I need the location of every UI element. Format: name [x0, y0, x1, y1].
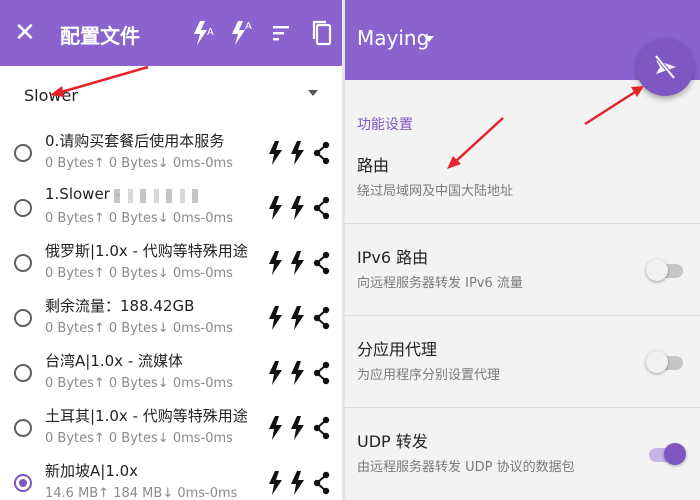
setting-divider	[345, 223, 700, 224]
server-radio[interactable]	[14, 364, 32, 382]
test-real-delay-icon[interactable]	[288, 195, 308, 221]
server-radio[interactable]	[14, 199, 32, 217]
server-name: 台湾A|1.0x - 流媒体	[45, 352, 183, 370]
server-actions	[266, 250, 336, 276]
test-real-delay-icon[interactable]	[288, 305, 308, 331]
server-stats: 0 Bytes↑ 0 Bytes↓ 0ms-0ms	[45, 266, 233, 281]
server-name: 新加坡A|1.0x	[45, 462, 139, 480]
server-row[interactable]: 1.Slower - 0 Bytes↑ 0 Bytes↓ 0ms-0ms	[0, 183, 342, 238]
setting-item[interactable]: IPv6 路由 向远程服务器转发 IPv6 流量	[345, 230, 700, 316]
server-radio[interactable]	[14, 254, 32, 272]
test-real-delay-icon[interactable]	[288, 470, 308, 496]
share-icon[interactable]	[312, 415, 332, 441]
test-delay-icon[interactable]	[266, 360, 286, 386]
test-delay-icon[interactable]	[266, 470, 286, 496]
server-name: 0.请购买套餐后使用本服务	[45, 132, 225, 150]
svg-text:A: A	[245, 21, 252, 32]
server-row[interactable]: 土耳其|1.0x - 代购等特殊用途 0 Bytes↑ 0 Bytes↓ 0ms…	[0, 403, 342, 458]
test-real-delay-icon[interactable]	[288, 250, 308, 276]
test-delay-icon[interactable]	[266, 140, 286, 166]
test-connection-icon[interactable]: A	[188, 16, 220, 50]
share-icon[interactable]	[312, 195, 332, 221]
share-icon[interactable]	[312, 305, 332, 331]
server-stats: 0 Bytes↑ 0 Bytes↓ 0ms-0ms	[45, 211, 233, 226]
toggle-thumb	[646, 259, 668, 281]
chevron-down-icon[interactable]	[424, 36, 434, 42]
server-radio[interactable]	[14, 144, 32, 162]
server-radio[interactable]	[14, 474, 32, 492]
server-row[interactable]: 俄罗斯|1.0x - 代购等特殊用途 0 Bytes↑ 0 Bytes↓ 0ms…	[0, 238, 342, 293]
server-name: 1.Slower -	[45, 185, 121, 203]
annotation-arrow	[584, 86, 644, 126]
share-icon[interactable]	[312, 470, 332, 496]
vpn-off-icon	[654, 54, 676, 80]
server-actions	[266, 415, 336, 441]
setting-item[interactable]: UDP 转发 由远程服务器转发 UDP 协议的数据包	[345, 414, 700, 500]
server-actions	[266, 140, 336, 166]
server-actions	[266, 305, 336, 331]
svg-text:A: A	[207, 27, 214, 38]
toggle-thumb	[664, 443, 686, 465]
profiles-panel: ✕ 配置文件 A A Slower 0.请购买套餐后使用本服务 0 Bytes↑…	[0, 0, 342, 500]
setting-subtitle: 向远程服务器转发 IPv6 流量	[357, 276, 523, 291]
setting-item[interactable]: 路由 绕过局域网及中国大陆地址	[345, 138, 700, 224]
test-delay-icon[interactable]	[266, 250, 286, 276]
server-stats: 0 Bytes↑ 0 Bytes↓ 0ms-0ms	[45, 321, 233, 336]
server-actions	[266, 360, 336, 386]
test-real-delay-icon[interactable]	[288, 140, 308, 166]
server-row[interactable]: 0.请购买套餐后使用本服务 0 Bytes↑ 0 Bytes↓ 0ms-0ms	[0, 128, 342, 183]
server-stats: 0 Bytes↑ 0 Bytes↓ 0ms-0ms	[45, 156, 233, 171]
setting-divider	[345, 315, 700, 316]
section-header: 功能设置	[357, 117, 413, 133]
test-real-delay-icon[interactable]: A	[226, 16, 258, 50]
server-row[interactable]: 新加坡A|1.0x 14.6 MB↑ 184 MB↓ 0ms-0ms	[0, 458, 342, 500]
server-row[interactable]: 剩余流量：188.42GB 0 Bytes↑ 0 Bytes↓ 0ms-0ms	[0, 293, 342, 348]
settings-panel: Maying 功能设置 路由 绕过局域网及中国大陆地址 IPv6 路由 向远程服…	[345, 0, 700, 500]
server-stats: 0 Bytes↑ 0 Bytes↓ 0ms-0ms	[45, 431, 233, 446]
server-name: 土耳其|1.0x - 代购等特殊用途	[45, 407, 248, 425]
server-radio[interactable]	[14, 309, 32, 327]
page-title: 配置文件	[60, 24, 140, 48]
setting-title: UDP 转发	[357, 432, 428, 451]
server-name: 俄罗斯|1.0x - 代购等特殊用途	[45, 242, 248, 260]
close-icon[interactable]: ✕	[14, 18, 36, 48]
connect-fab-button[interactable]	[636, 38, 694, 96]
test-delay-icon[interactable]	[266, 195, 286, 221]
setting-toggle[interactable]	[646, 259, 683, 281]
profile-name: Slower	[24, 86, 78, 105]
test-real-delay-icon[interactable]	[288, 415, 308, 441]
profile-dropdown[interactable]: Slower	[0, 66, 342, 122]
server-radio[interactable]	[14, 419, 32, 437]
sort-icon[interactable]	[266, 16, 298, 50]
server-actions	[266, 470, 336, 496]
setting-toggle[interactable]	[646, 351, 683, 373]
setting-title: IPv6 路由	[357, 248, 429, 267]
chevron-down-icon	[308, 90, 318, 96]
setting-title: 路由	[357, 156, 390, 175]
server-stats: 14.6 MB↑ 184 MB↓ 0ms-0ms	[45, 486, 238, 500]
test-delay-icon[interactable]	[266, 305, 286, 331]
copy-icon[interactable]	[306, 16, 338, 50]
share-icon[interactable]	[312, 360, 332, 386]
test-real-delay-icon[interactable]	[288, 360, 308, 386]
setting-subtitle: 绕过局域网及中国大陆地址	[357, 184, 514, 199]
setting-subtitle: 为应用程序分别设置代理	[357, 368, 501, 383]
profile-selector[interactable]: Maying	[357, 26, 429, 50]
toggle-thumb	[646, 351, 668, 373]
server-row[interactable]: 台湾A|1.0x - 流媒体 0 Bytes↑ 0 Bytes↓ 0ms-0ms	[0, 348, 342, 403]
setting-divider	[345, 407, 700, 408]
redacted-text	[114, 189, 200, 203]
setting-subtitle: 由远程服务器转发 UDP 协议的数据包	[357, 460, 575, 475]
setting-item[interactable]: 分应用代理 为应用程序分别设置代理	[345, 322, 700, 408]
setting-toggle[interactable]	[649, 443, 686, 465]
share-icon[interactable]	[312, 250, 332, 276]
test-delay-icon[interactable]	[266, 415, 286, 441]
server-actions	[266, 195, 336, 221]
share-icon[interactable]	[312, 140, 332, 166]
setting-title: 分应用代理	[357, 340, 438, 359]
server-name: 剩余流量：188.42GB	[45, 297, 195, 315]
profiles-toolbar: ✕ 配置文件 A A	[0, 0, 342, 66]
server-stats: 0 Bytes↑ 0 Bytes↓ 0ms-0ms	[45, 376, 233, 391]
